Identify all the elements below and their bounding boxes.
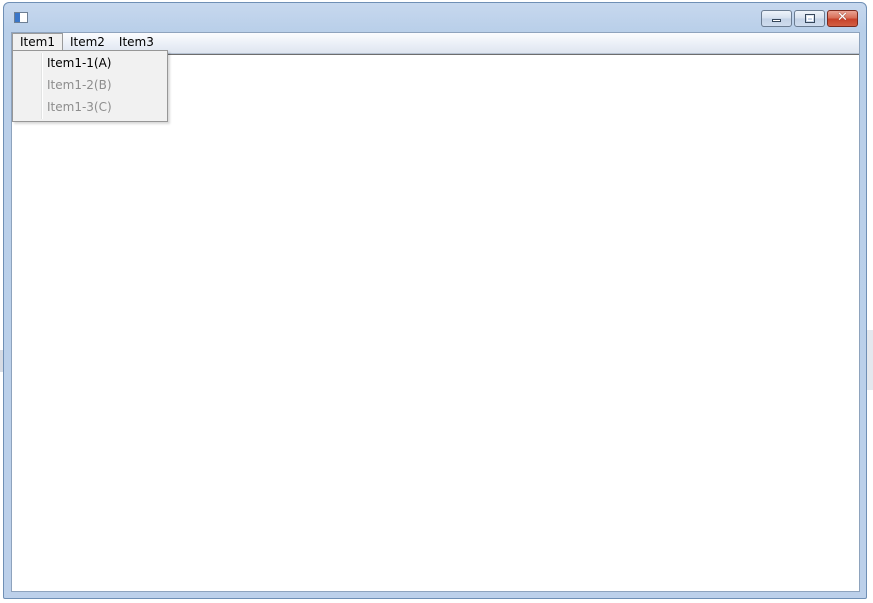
minimize-button[interactable] [761, 10, 792, 27]
maximize-icon [805, 14, 815, 23]
menu-item1-3[interactable]: Item1-3(C) [47, 96, 112, 118]
menu-item1-2[interactable]: Item1-2(B) [47, 74, 112, 96]
item1-dropdown-menu: Item1-1(A) Item1-2(B) Item1-3(C) [12, 50, 168, 122]
menu-gutter [41, 53, 43, 119]
minimize-icon [772, 19, 781, 22]
menu-item1-1[interactable]: Item1-1(A) [47, 52, 112, 74]
desktop-background-bar-right [867, 330, 873, 390]
content-area[interactable] [12, 54, 859, 591]
title-bar[interactable]: ✕ [4, 3, 866, 33]
app-window-icon[interactable] [14, 12, 28, 23]
close-icon: ✕ [837, 10, 848, 25]
close-button[interactable]: ✕ [827, 10, 858, 27]
maximize-button[interactable] [794, 10, 825, 27]
caption-buttons: ✕ [759, 10, 858, 27]
